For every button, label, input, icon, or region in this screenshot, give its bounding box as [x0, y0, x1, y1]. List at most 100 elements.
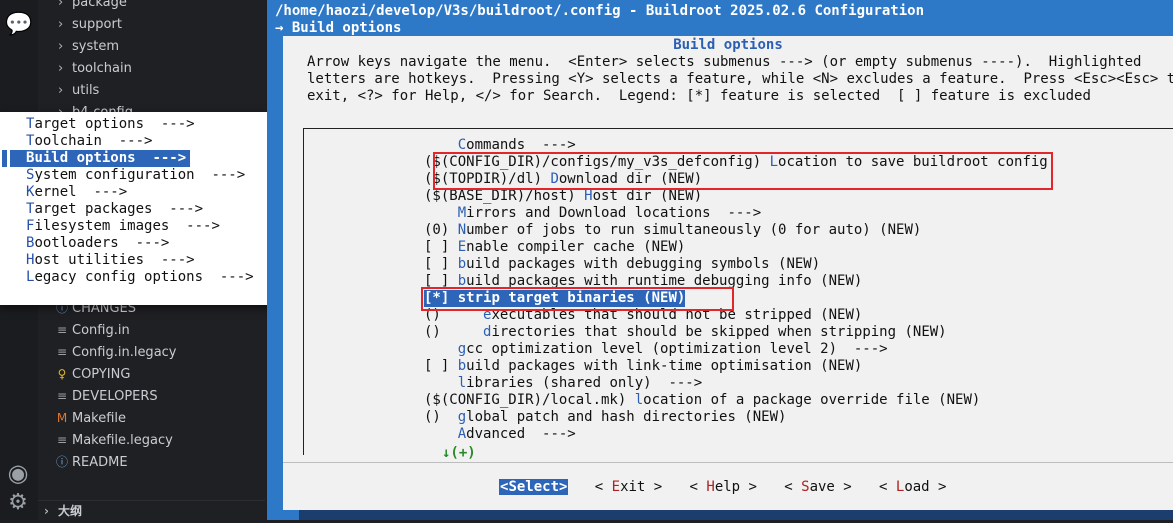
button-exit[interactable]: < Exit >	[594, 479, 663, 495]
hotkey-letter: S	[508, 479, 517, 495]
dropdown-item-label: ilesystem images --->	[34, 218, 220, 234]
button-bracket: >	[929, 479, 947, 495]
menu-entry[interactable]: [ ] build packages with link-time optimi…	[424, 358, 862, 375]
outline-label: 大纲	[58, 504, 83, 518]
folder-label: system	[72, 39, 119, 54]
license-icon: ♀	[57, 367, 67, 381]
dropdown-item[interactable]: Legacy config options --->	[10, 269, 254, 286]
menu-entry[interactable]: gcc optimization level (optimization lev…	[424, 341, 888, 358]
file-item[interactable]: ≡ Config.in.legacy	[54, 341, 177, 363]
menu-entry-label: uild packages with debugging symbols (NE…	[466, 256, 821, 272]
dropdown-item-label: oolchain --->	[34, 133, 153, 149]
chat-icon[interactable]: 💬	[5, 12, 32, 38]
lines-icon: ≡	[56, 323, 68, 337]
file-label: README	[72, 455, 128, 470]
menu-entry[interactable]: () global patch and hash directories (NE…	[424, 409, 786, 426]
dropdown-item-label: arget options --->	[34, 116, 195, 132]
dropdown-item-label: arget packages --->	[34, 201, 204, 217]
folder-item[interactable]: › support	[58, 14, 122, 36]
file-item[interactable]: ≡ DEVELOPERS	[54, 385, 158, 407]
outline-section[interactable]: › 大纲	[38, 500, 265, 521]
menu-entry-label: lobal patch and hash directories (NEW)	[466, 409, 787, 425]
button-select[interactable]: <Select>	[499, 479, 569, 495]
hotkey-letter: C	[457, 137, 467, 153]
button-bracket: >	[740, 479, 757, 495]
gear-icon[interactable]: ⚙	[5, 490, 31, 516]
menu-entry[interactable]: [ ] build packages with debugging symbol…	[424, 256, 820, 273]
file-item[interactable]: ♀ COPYING	[54, 363, 131, 385]
menu-entry[interactable]: Advanced --->	[424, 426, 576, 443]
button-bracket: <	[594, 479, 612, 495]
button-save[interactable]: < Save >	[783, 479, 852, 495]
dropdown-item[interactable]: Toolchain --->	[10, 133, 152, 150]
dropdown-item[interactable]: Target options --->	[10, 116, 195, 133]
dropdown-item[interactable]: Host utilities --->	[10, 252, 195, 269]
menuconfig-terminal: /home/haozi/develop/V3s/buildroot/.confi…	[267, 0, 1173, 520]
button-load[interactable]: < Load >	[878, 479, 947, 495]
chevron-right-icon: ›	[58, 0, 64, 10]
menu-entry[interactable]: () directories that should be skipped wh…	[424, 324, 947, 341]
folder-item[interactable]: › toolchain	[58, 58, 132, 80]
menu-entry-label: uild packages with link-time optimisatio…	[466, 358, 863, 374]
file-item[interactable]: ⓘ README	[54, 451, 128, 473]
dropdown-item-label: ootloaders --->	[34, 235, 170, 251]
dropdown-item-label: ystem configuration --->	[34, 167, 246, 183]
folder-item[interactable]: › system	[58, 36, 119, 58]
menu-entry-label: irectories that should be skipped when s…	[491, 324, 947, 340]
menu-entry-label: ibraries (shared only) --->	[466, 375, 703, 391]
menu-entry[interactable]: [ ] Enable compiler cache (NEW)	[424, 239, 685, 256]
menu-entry-prefix: ()	[424, 409, 458, 425]
menu-entry-label: nable compiler cache (NEW)	[466, 239, 686, 255]
menu-entry-prefix: ()	[424, 324, 484, 340]
dropdown-item[interactable]: Kernel --->	[10, 184, 127, 201]
dropdown-item[interactable]: Filesystem images --->	[10, 218, 220, 235]
dropdown-item[interactable]: Target packages --->	[10, 201, 203, 218]
menu-entry[interactable]: Mirrors and Download locations --->	[424, 205, 761, 222]
dialog-shadow	[299, 510, 1173, 520]
button-bracket: <	[689, 479, 707, 495]
menu-entry-prefix: ($(BASE_DIR)/host)	[424, 188, 585, 204]
button-label: xit	[620, 479, 646, 495]
menu-entry-label: cc optimization level (optimization leve…	[466, 341, 888, 357]
menu-entry-prefix: [ ]	[424, 256, 458, 272]
dropdown-item[interactable]: Bootloaders --->	[10, 235, 169, 252]
menu-entry-prefix: ($(CONFIG_DIR)/local.mk)	[424, 392, 635, 408]
hotkey-letter: g	[457, 409, 467, 425]
menu-entry[interactable]: ($(CONFIG_DIR)/local.mk) location of a p…	[424, 392, 980, 409]
button-label: elp	[714, 479, 741, 495]
account-icon[interactable]: ◉	[5, 460, 31, 486]
hotkey-letter: N	[457, 222, 467, 238]
button-bracket: >	[559, 479, 568, 495]
chevron-right-icon: ›	[58, 39, 64, 54]
hotkey-letter: l	[457, 375, 467, 391]
hotkey-letter: b	[457, 256, 467, 272]
more-indicator: ↓(+)	[442, 445, 476, 461]
menu-entry[interactable]: (0) Number of jobs to run simultaneously…	[424, 222, 921, 239]
file-item[interactable]: M Makefile	[54, 407, 126, 429]
menu-entry[interactable]: libraries (shared only) --->	[424, 375, 702, 392]
menu-entry-prefix	[424, 375, 458, 391]
file-item[interactable]: ≡ Makefile.legacy	[54, 429, 173, 451]
menu-entry-prefix: [ ]	[424, 358, 458, 374]
menu-entry-label: ocation of a package override file (NEW)	[643, 392, 981, 408]
menuconfig-dialog: Build options Arrow keys navigate the me…	[283, 36, 1173, 510]
hotkey-letter: H	[584, 188, 593, 204]
folder-label: support	[72, 17, 122, 32]
button-help[interactable]: < Help >	[689, 479, 758, 495]
dropdown-item[interactable]: System configuration --->	[10, 167, 245, 184]
menu-entry-label: ost dir (NEW)	[592, 188, 703, 204]
lines-icon: ≡	[56, 433, 68, 447]
hotkey-letter: b	[457, 358, 467, 374]
button-bar: <Select> < Exit > < Help > < Save > < Lo…	[499, 479, 947, 495]
hotkey-letter: M	[457, 205, 467, 221]
file-label: Config.in.legacy	[72, 345, 177, 360]
dropdown-item-label: egacy config options --->	[34, 269, 254, 285]
dropdown-item[interactable]: Build options --->	[10, 150, 191, 167]
selection-accent	[2, 150, 7, 167]
button-label: ave	[809, 479, 835, 495]
button-bracket: >	[834, 479, 852, 495]
folder-item[interactable]: › utils	[58, 80, 99, 102]
file-item[interactable]: ≡ Config.in	[54, 319, 130, 341]
menu-entry[interactable]: ($(BASE_DIR)/host) Host dir (NEW)	[424, 188, 702, 205]
folder-item[interactable]: › package	[58, 0, 127, 14]
